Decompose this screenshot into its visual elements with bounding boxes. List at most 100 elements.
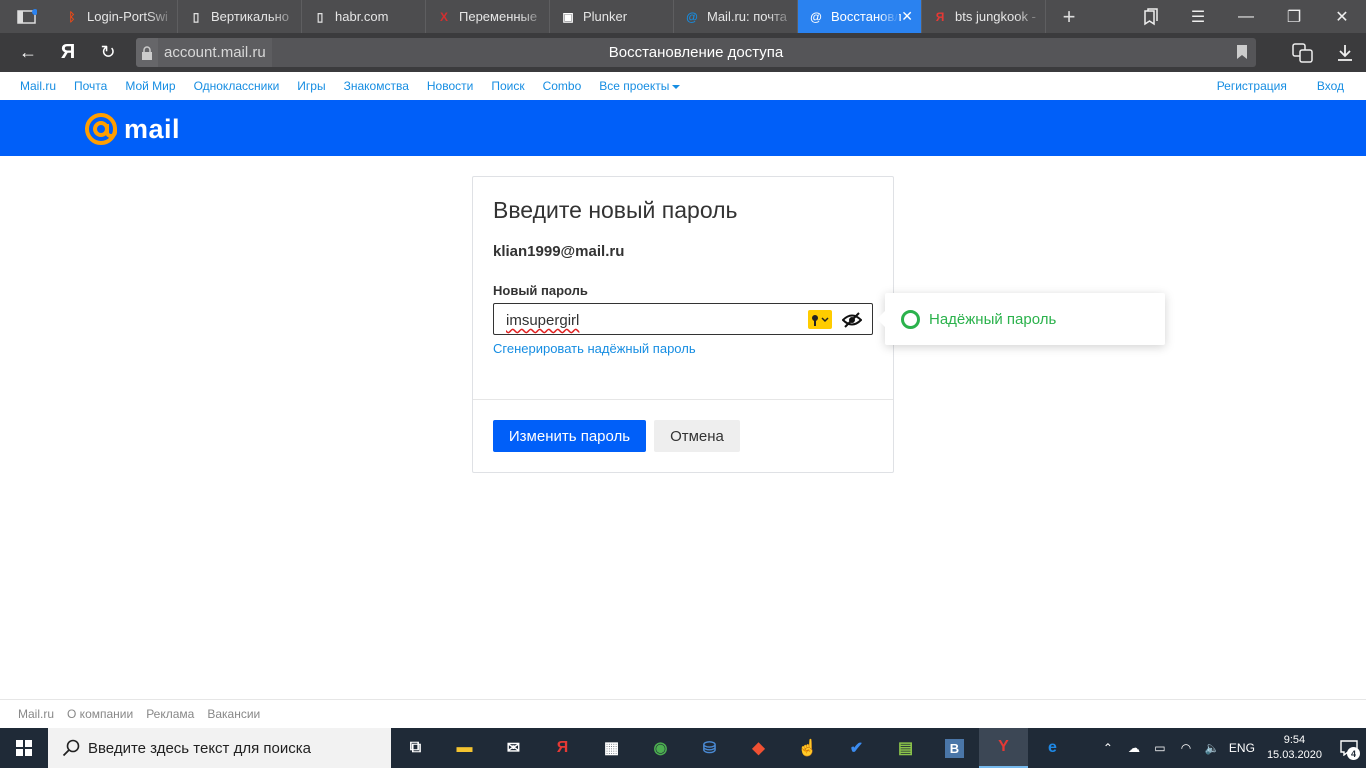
- wifi-icon[interactable]: ◠: [1174, 741, 1198, 755]
- new-tab-button[interactable]: +: [1046, 4, 1092, 30]
- volume-icon[interactable]: 🔈: [1200, 741, 1224, 755]
- new-password-input[interactable]: imsupergirl: [493, 303, 873, 335]
- browser-tab[interactable]: @ Восстановле ✕: [798, 0, 922, 33]
- mail-taskbar-button[interactable]: ✉: [489, 728, 538, 768]
- start-button[interactable]: [0, 728, 48, 768]
- footer-link-jobs[interactable]: Вакансии: [207, 707, 260, 721]
- portal-link-mailru[interactable]: Mail.ru: [20, 79, 56, 93]
- chart-app-taskbar-button[interactable]: ▤: [881, 728, 930, 768]
- portal-link-combo[interactable]: Combo: [543, 79, 582, 93]
- tab-favicon-icon: @: [810, 9, 822, 24]
- strength-ring-icon: [901, 309, 920, 329]
- store-taskbar-button[interactable]: ▦: [587, 728, 636, 768]
- footer-link-about[interactable]: О компании: [67, 707, 133, 721]
- restore-icon: ❐: [1286, 8, 1302, 26]
- yandex-app-taskbar-button[interactable]: Я: [538, 728, 587, 768]
- yandex-logo-icon: Я: [60, 41, 76, 63]
- action-center-button[interactable]: 4: [1332, 728, 1366, 768]
- footer-link-ads[interactable]: Реклама: [146, 707, 194, 721]
- task-view-icon: ⧉: [409, 739, 422, 756]
- portal-link-games[interactable]: Игры: [297, 79, 325, 93]
- taskbar-search[interactable]: Введите здесь текст для поиска: [48, 728, 391, 768]
- close-tab-icon[interactable]: ✕: [901, 8, 913, 25]
- tab-fade: [879, 0, 899, 33]
- yandex-button[interactable]: Я: [56, 33, 80, 72]
- back-button[interactable]: ←: [0, 33, 56, 72]
- todo-taskbar-button[interactable]: ✔: [832, 728, 881, 768]
- translate-button[interactable]: [1282, 33, 1324, 72]
- windows-taskbar: Введите здесь текст для поиска ⧉ ▬ ✉ Я ▦ ◉ ⛁ ◆ ☝…: [0, 728, 1366, 768]
- generate-password-link[interactable]: Сгенерировать надёжный пароль: [493, 341, 696, 356]
- chevron-up-icon[interactable]: ⌃: [1096, 741, 1120, 755]
- reset-password-card: Введите новый пароль klian1999@mail.ru Н…: [472, 176, 894, 473]
- mail-logo[interactable]: mail: [84, 112, 180, 146]
- card-divider: [473, 399, 893, 400]
- taskbar-search-placeholder: Введите здесь текст для поиска: [88, 739, 311, 757]
- vk-taskbar-button[interactable]: В: [930, 728, 979, 768]
- hand-tool-taskbar-button[interactable]: ☝: [783, 728, 832, 768]
- browser-tab[interactable]: ▯ Вертикально: [178, 0, 302, 33]
- menu-button[interactable]: ☰: [1174, 0, 1222, 33]
- portal-link-ok[interactable]: Одноклассники: [194, 79, 280, 93]
- mail-header: mail: [0, 100, 1366, 156]
- language-indicator[interactable]: ENG: [1226, 741, 1258, 755]
- at-sign-icon: [85, 113, 117, 145]
- lock-icon[interactable]: [136, 38, 158, 67]
- browser-tab[interactable]: Яbts jungkook -: [922, 0, 1046, 33]
- tab-label: Plunker: [583, 9, 628, 24]
- portal-link-my-world[interactable]: Мой Мир: [125, 79, 175, 93]
- toggle-visibility-button[interactable]: [841, 310, 863, 329]
- protect-button[interactable]: [1126, 0, 1174, 33]
- portal-link-dating[interactable]: Знакомства: [344, 79, 409, 93]
- store-icon: ▦: [603, 740, 620, 757]
- yandex-app-icon: Я: [556, 739, 569, 756]
- footer-link-mailru[interactable]: Mail.ru: [18, 707, 54, 721]
- close-window-button[interactable]: ✕: [1318, 0, 1366, 33]
- tab-favicon-icon: ▣: [562, 9, 574, 24]
- portal-link-news[interactable]: Новости: [427, 79, 473, 93]
- file-explorer-taskbar-button[interactable]: ▬: [440, 728, 489, 768]
- all-projects-dropdown[interactable]: Все проекты: [599, 79, 681, 93]
- restore-button[interactable]: ❐: [1270, 0, 1318, 33]
- git-taskbar-button[interactable]: ◆: [734, 728, 783, 768]
- bookmark-icon[interactable]: [1236, 44, 1248, 63]
- browser-tab[interactable]: ▯ habr.com: [302, 0, 426, 33]
- onedrive-icon[interactable]: ☁: [1122, 741, 1146, 755]
- change-password-button[interactable]: Изменить пароль: [493, 420, 646, 452]
- chrome-taskbar-button[interactable]: ◉: [636, 728, 685, 768]
- tab-favicon-icon: Я: [935, 9, 945, 24]
- portal-menu: Mail.ru Почта Мой Мир Одноклассники Игры…: [0, 72, 1366, 100]
- url-host[interactable]: account.mail.ru: [158, 38, 272, 67]
- task-view-taskbar-button[interactable]: ⧉: [391, 728, 440, 768]
- tab-list: ᛒ Login-PortSwi ▯ Вертикально ▯ habr.com Х Пере…: [54, 0, 1046, 33]
- tab-favicon-icon: ▯: [316, 9, 324, 24]
- yandex-browser-taskbar-button[interactable]: Y: [979, 728, 1028, 768]
- tabs-panel-button[interactable]: [0, 0, 54, 33]
- clock[interactable]: 9:54 15.03.2020: [1267, 733, 1322, 763]
- page-title: Восстановление доступа: [608, 44, 784, 61]
- python-taskbar-button[interactable]: ⛁: [685, 728, 734, 768]
- tab-fade: [271, 0, 301, 33]
- browser-tab[interactable]: ᛒ Login-PortSwi: [54, 0, 178, 33]
- clock-time: 9:54: [1283, 734, 1306, 746]
- close-icon: ✕: [1335, 8, 1349, 26]
- downloads-button[interactable]: [1324, 33, 1366, 72]
- browser-tab[interactable]: ▣ Plunker: [550, 0, 674, 33]
- minimize-button[interactable]: —: [1222, 0, 1270, 33]
- tab-favicon-icon: Х: [439, 9, 448, 24]
- register-link[interactable]: Регистрация: [1217, 79, 1287, 93]
- tab-fade: [147, 0, 177, 33]
- battery-icon[interactable]: ▭: [1148, 741, 1172, 755]
- reload-button[interactable]: ↻: [80, 33, 136, 72]
- password-manager-button[interactable]: [808, 310, 832, 329]
- login-link[interactable]: Вход: [1317, 79, 1344, 93]
- chrome-icon: ◉: [653, 740, 668, 757]
- hand-tool-icon: ☝: [797, 740, 818, 757]
- browser-tab[interactable]: Х Переменные: [426, 0, 550, 33]
- portal-link-mail[interactable]: Почта: [74, 79, 107, 93]
- url-field[interactable]: account.mail.ru Восстановление доступа: [136, 38, 1256, 67]
- edge-taskbar-button[interactable]: e: [1028, 728, 1077, 768]
- browser-tab[interactable]: @ Mail.ru: почта: [674, 0, 798, 33]
- cancel-button[interactable]: Отмена: [654, 420, 740, 452]
- portal-link-search[interactable]: Поиск: [491, 79, 524, 93]
